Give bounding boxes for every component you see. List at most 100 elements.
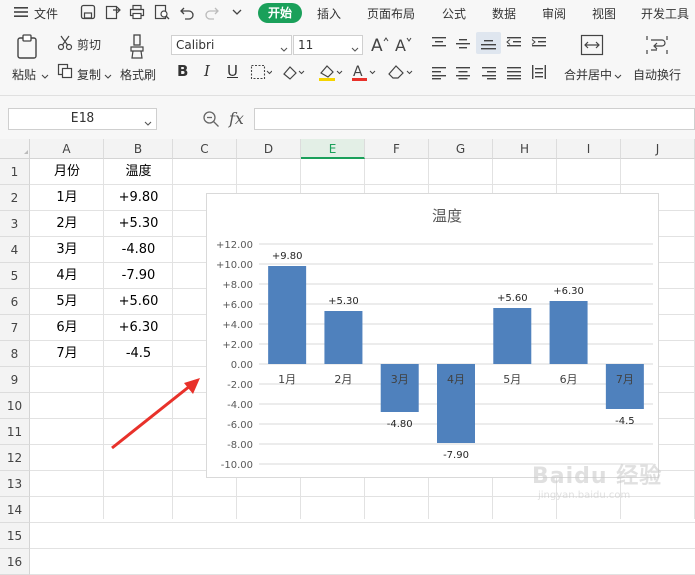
column-header-c[interactable]: C xyxy=(173,139,237,159)
paste-button[interactable]: 粘贴 xyxy=(12,66,36,83)
increase-indent-icon[interactable] xyxy=(531,36,547,53)
cell-b3[interactable]: +5.30 xyxy=(104,211,173,237)
align-center-icon[interactable] xyxy=(455,66,471,83)
print-icon[interactable] xyxy=(129,4,145,20)
row-header-4[interactable]: 4 xyxy=(0,237,30,263)
tab-review[interactable]: 审阅 xyxy=(542,5,566,22)
column-header-e[interactable]: E xyxy=(301,139,365,159)
column-header-a[interactable]: A xyxy=(30,139,104,159)
italic-icon[interactable]: I xyxy=(204,62,210,80)
undo-icon[interactable] xyxy=(179,4,195,20)
row-header-11[interactable]: 11 xyxy=(0,419,30,445)
print-preview-icon[interactable] xyxy=(154,4,170,20)
tab-formulas[interactable]: 公式 xyxy=(442,5,466,22)
underline-icon[interactable]: U xyxy=(227,62,238,80)
align-bottom-icon[interactable] xyxy=(476,32,501,54)
cell-a3[interactable]: 2月 xyxy=(30,211,104,237)
hamburger-icon[interactable] xyxy=(14,6,28,18)
save-icon[interactable] xyxy=(80,4,96,20)
row-header-8[interactable]: 8 xyxy=(0,341,30,367)
tab-view[interactable]: 视图 xyxy=(592,5,616,22)
cell-b4[interactable]: -4.80 xyxy=(104,237,173,263)
fill-color-icon[interactable] xyxy=(317,62,343,85)
cell-b7[interactable]: +6.30 xyxy=(104,315,173,341)
cut-button[interactable]: 剪切 xyxy=(77,36,101,53)
column-header-g[interactable]: G xyxy=(429,139,493,159)
cell-style-icon[interactable] xyxy=(282,64,306,83)
cell-a1[interactable]: 月份 xyxy=(30,159,104,185)
font-color-icon[interactable]: A xyxy=(351,62,377,85)
row-header-13[interactable]: 13 xyxy=(0,471,30,497)
paste-icon[interactable] xyxy=(15,34,39,63)
row-header-1[interactable]: 1 xyxy=(0,159,30,185)
column-header-d[interactable]: D xyxy=(237,139,301,159)
cell-b2[interactable]: +9.80 xyxy=(104,185,173,211)
column-header-j[interactable]: J xyxy=(621,139,695,159)
name-box[interactable]: E18 xyxy=(8,108,157,130)
scissors-icon[interactable] xyxy=(57,35,73,54)
tab-page-layout[interactable]: 页面布局 xyxy=(367,5,415,22)
align-right-icon[interactable] xyxy=(481,66,497,83)
cell-b5[interactable]: -7.90 xyxy=(104,263,173,289)
row-header-16[interactable]: 16 xyxy=(0,549,30,575)
format-painter-icon[interactable] xyxy=(128,34,146,63)
cell-a2[interactable]: 1月 xyxy=(30,185,104,211)
row-header-7[interactable]: 7 xyxy=(0,315,30,341)
cell-a5[interactable]: 4月 xyxy=(30,263,104,289)
column-header-i[interactable]: I xyxy=(557,139,621,159)
decrease-font-icon[interactable]: A xyxy=(394,34,414,57)
merge-center-button[interactable]: 合并居中 xyxy=(564,66,612,83)
row-header-5[interactable]: 5 xyxy=(0,263,30,289)
select-all-corner[interactable] xyxy=(0,139,30,159)
redo-icon[interactable] xyxy=(204,4,220,20)
font-size-select[interactable]: 11 xyxy=(293,35,363,55)
copy-icon[interactable] xyxy=(57,63,73,82)
zoom-icon[interactable] xyxy=(202,110,220,131)
tab-data[interactable]: 数据 xyxy=(492,5,516,22)
font-name-select[interactable]: Calibri xyxy=(171,35,292,55)
column-header-b[interactable]: B xyxy=(104,139,173,159)
cell-b6[interactable]: +5.60 xyxy=(104,289,173,315)
bold-icon[interactable]: B xyxy=(177,62,188,80)
cell-b1[interactable]: 温度 xyxy=(104,159,173,185)
cell-a7[interactable]: 6月 xyxy=(30,315,104,341)
row-header-9[interactable]: 9 xyxy=(0,367,30,393)
align-top-icon[interactable] xyxy=(431,36,447,53)
file-menu[interactable]: 文件 xyxy=(34,5,58,22)
column-header-f[interactable]: F xyxy=(365,139,429,159)
chevron-down-icon[interactable] xyxy=(231,4,247,20)
formula-input[interactable] xyxy=(254,108,695,130)
decrease-indent-icon[interactable] xyxy=(506,36,522,53)
cell-b8[interactable]: -4.5 xyxy=(104,341,173,367)
cell-a6[interactable]: 5月 xyxy=(30,289,104,315)
align-middle-icon[interactable] xyxy=(455,36,471,53)
column-header-h[interactable]: H xyxy=(493,139,557,159)
wrap-text-icon[interactable] xyxy=(645,34,669,59)
align-left-icon[interactable] xyxy=(431,66,447,83)
export-icon[interactable] xyxy=(105,4,121,20)
bar-chart[interactable]: +12.00 +10.00 +8.00 +6.00 +4.00 +2.00 0.00 -2.0… xyxy=(206,193,659,478)
row-header-3[interactable]: 3 xyxy=(0,211,30,237)
wrap-text-button[interactable]: 自动换行 xyxy=(633,66,681,83)
cell-a8[interactable]: 7月 xyxy=(30,341,104,367)
row-header-14[interactable]: 14 xyxy=(0,497,30,523)
distributed-align-icon[interactable] xyxy=(531,64,547,83)
increase-font-icon[interactable]: A xyxy=(370,34,390,57)
format-painter-button[interactable]: 格式刷 xyxy=(120,66,156,83)
tab-home[interactable]: 开始 xyxy=(258,3,302,23)
row-header-12[interactable]: 12 xyxy=(0,445,30,471)
chevron-down-icon[interactable] xyxy=(614,70,622,84)
chevron-down-icon[interactable] xyxy=(104,70,112,84)
row-header-15[interactable]: 15 xyxy=(0,523,30,549)
eraser-icon[interactable] xyxy=(386,63,414,84)
cell-a4[interactable]: 3月 xyxy=(30,237,104,263)
border-icon[interactable] xyxy=(250,64,273,83)
copy-button[interactable]: 复制 xyxy=(77,66,101,83)
row-header-2[interactable]: 2 xyxy=(0,185,30,211)
chevron-down-icon[interactable] xyxy=(41,70,49,84)
row-header-10[interactable]: 10 xyxy=(0,393,30,419)
fx-label[interactable]: fx xyxy=(229,109,244,128)
justify-icon[interactable] xyxy=(506,66,522,83)
tab-insert[interactable]: 插入 xyxy=(317,5,341,22)
tab-developer[interactable]: 开发工具 xyxy=(641,5,689,22)
